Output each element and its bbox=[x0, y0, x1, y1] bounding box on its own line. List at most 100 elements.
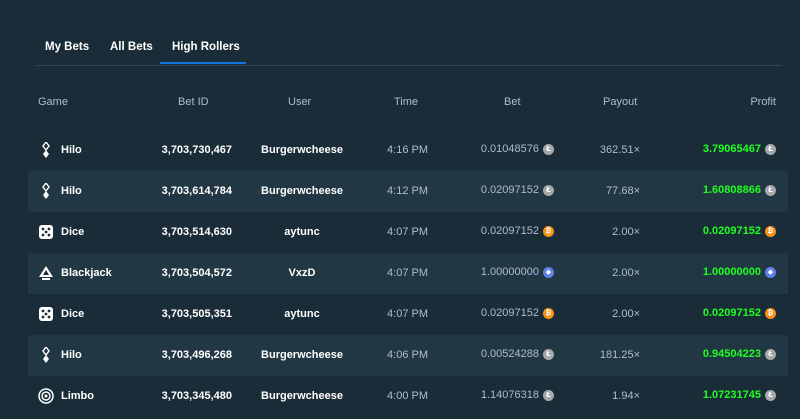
hilo-icon bbox=[38, 347, 54, 363]
btc-coin-icon: ₿ bbox=[543, 307, 554, 319]
bet-time: 4:00 PM bbox=[387, 390, 428, 402]
game-name: Hilo bbox=[61, 349, 82, 361]
ltc-coin-icon: Ł bbox=[543, 143, 554, 155]
btc-coin-icon: ₿ bbox=[765, 225, 776, 237]
eth-coin-icon: ◆ bbox=[765, 266, 776, 278]
user-link[interactable]: Burgerwcheese bbox=[258, 185, 346, 197]
tab-my-bets[interactable]: My Bets bbox=[45, 41, 89, 65]
tab-all-bets[interactable]: All Bets bbox=[110, 41, 153, 65]
ltc-coin-icon: Ł bbox=[543, 348, 554, 360]
payout-multiplier: 77.68× bbox=[606, 185, 640, 197]
bet-value: 1.00000000 bbox=[480, 266, 539, 278]
game-name: Dice bbox=[61, 226, 85, 238]
game-cell[interactable]: Hilo bbox=[38, 142, 82, 158]
profit-amount: 1.60808866 Ł bbox=[703, 184, 776, 196]
bet-amount: 0.02097152 ₿ bbox=[481, 307, 554, 319]
profit-amount: 1.07231745 Ł bbox=[703, 389, 776, 401]
bet-value: 0.02097152 bbox=[480, 225, 539, 237]
bet-amount: 0.02097152 Ł bbox=[481, 184, 554, 196]
bet-time: 4:12 PM bbox=[387, 185, 428, 197]
hilo-icon bbox=[38, 183, 54, 199]
game-name: Dice bbox=[61, 308, 85, 320]
payout-multiplier: 2.00× bbox=[612, 267, 640, 279]
ltc-coin-icon: Ł bbox=[765, 348, 776, 360]
table-row[interactable]: Limbo 3,703,345,480 Burgerwcheese 4:00 PM 1.… bbox=[28, 376, 788, 417]
blackjack-icon bbox=[38, 265, 54, 281]
table-row[interactable]: Dice 3,703,514,630 aytunc 4:07 PM 0.02097152… bbox=[28, 212, 788, 253]
ltc-coin-icon: Ł bbox=[765, 143, 776, 155]
table-row[interactable]: Hilo 3,703,614,784 Burgerwcheese 4:12 PM 0.0… bbox=[28, 171, 788, 212]
table-row[interactable]: Hilo 3,703,496,268 Burgerwcheese 4:06 PM 0.0… bbox=[28, 335, 788, 376]
payout-multiplier: 2.00× bbox=[612, 308, 640, 320]
user-link[interactable]: VxzD bbox=[258, 267, 346, 279]
user-link[interactable]: aytunc bbox=[258, 226, 346, 238]
bets-table-body: Hilo 3,703,730,467 Burgerwcheese 4:16 PM 0.0… bbox=[28, 130, 788, 417]
profit-value: 1.00000000 bbox=[702, 266, 761, 278]
dice-icon bbox=[38, 306, 54, 322]
profit-amount: 3.79065467 Ł bbox=[703, 143, 776, 155]
table-row[interactable]: Dice 3,703,505,351 aytunc 4:07 PM 0.02097152… bbox=[28, 294, 788, 335]
profit-value: 0.02097152 bbox=[702, 307, 761, 319]
profit-value: 3.79065467 bbox=[702, 143, 761, 155]
game-name: Hilo bbox=[61, 144, 82, 156]
bet-value: 1.14076318 bbox=[480, 389, 539, 401]
bet-value: 0.02097152 bbox=[480, 307, 539, 319]
bet-value: 0.00524288 bbox=[480, 348, 539, 360]
game-cell[interactable]: Dice bbox=[38, 306, 84, 322]
payout-multiplier: 362.51× bbox=[599, 144, 640, 156]
profit-amount: 1.00000000 ◆ bbox=[703, 266, 776, 278]
column-header-time: Time bbox=[394, 96, 419, 108]
game-cell[interactable]: Dice bbox=[38, 224, 84, 240]
bet-id-link[interactable]: 3,703,505,351 bbox=[162, 308, 232, 320]
bet-amount: 0.00524288 Ł bbox=[481, 348, 554, 360]
profit-value: 1.60808866 bbox=[702, 184, 761, 196]
profit-value: 1.07231745 bbox=[702, 389, 761, 401]
profit-amount: 0.02097152 ₿ bbox=[703, 225, 776, 237]
column-header-profit: Profit bbox=[750, 96, 776, 108]
game-cell[interactable]: Hilo bbox=[38, 183, 82, 199]
bet-time: 4:16 PM bbox=[387, 144, 428, 156]
column-header-payout: Payout bbox=[603, 96, 638, 108]
dice-icon bbox=[38, 224, 54, 240]
game-cell[interactable]: Limbo bbox=[38, 388, 94, 404]
game-cell[interactable]: Blackjack bbox=[38, 265, 112, 281]
btc-coin-icon: ₿ bbox=[765, 307, 776, 319]
bet-value: 0.02097152 bbox=[480, 184, 539, 196]
payout-multiplier: 181.25× bbox=[599, 349, 640, 361]
bet-time: 4:07 PM bbox=[387, 226, 428, 238]
user-link[interactable]: Burgerwcheese bbox=[258, 390, 346, 402]
hilo-icon bbox=[38, 142, 54, 158]
bet-amount: 0.01048576 Ł bbox=[481, 143, 554, 155]
user-link[interactable]: Burgerwcheese bbox=[258, 144, 346, 156]
column-header-bet-id: Bet ID bbox=[178, 96, 209, 108]
btc-coin-icon: ₿ bbox=[543, 225, 554, 237]
ltc-coin-icon: Ł bbox=[543, 184, 554, 196]
user-link[interactable]: aytunc bbox=[258, 308, 346, 320]
column-header-game: Game bbox=[38, 96, 68, 108]
tab-high-rollers[interactable]: High Rollers bbox=[160, 41, 246, 64]
bet-id-link[interactable]: 3,703,345,480 bbox=[162, 390, 232, 402]
limbo-icon bbox=[38, 388, 54, 404]
game-name: Limbo bbox=[61, 390, 94, 402]
bet-id-link[interactable]: 3,703,504,572 bbox=[162, 267, 232, 279]
eth-coin-icon: ◆ bbox=[543, 266, 554, 278]
bet-time: 4:07 PM bbox=[387, 267, 428, 279]
bet-id-link[interactable]: 3,703,614,784 bbox=[162, 185, 232, 197]
profit-value: 0.94504223 bbox=[702, 348, 761, 360]
user-link[interactable]: Burgerwcheese bbox=[258, 349, 346, 361]
table-header: Game Bet ID User Time Bet Payout Profit bbox=[28, 96, 788, 118]
ltc-coin-icon: Ł bbox=[543, 389, 554, 401]
bet-id-link[interactable]: 3,703,514,630 bbox=[162, 226, 232, 238]
ltc-coin-icon: Ł bbox=[765, 184, 776, 196]
profit-amount: 0.94504223 Ł bbox=[703, 348, 776, 360]
table-row[interactable]: Blackjack 3,703,504,572 VxzD 4:07 PM 1.00000… bbox=[28, 253, 788, 294]
profit-value: 0.02097152 bbox=[702, 225, 761, 237]
bet-id-link[interactable]: 3,703,496,268 bbox=[162, 349, 232, 361]
column-header-bet: Bet bbox=[504, 96, 521, 108]
table-row[interactable]: Hilo 3,703,730,467 Burgerwcheese 4:16 PM 0.0… bbox=[28, 130, 788, 171]
bet-amount: 1.00000000 ◆ bbox=[481, 266, 554, 278]
game-cell[interactable]: Hilo bbox=[38, 347, 82, 363]
game-name: Hilo bbox=[61, 185, 82, 197]
ltc-coin-icon: Ł bbox=[765, 389, 776, 401]
bet-id-link[interactable]: 3,703,730,467 bbox=[162, 144, 232, 156]
